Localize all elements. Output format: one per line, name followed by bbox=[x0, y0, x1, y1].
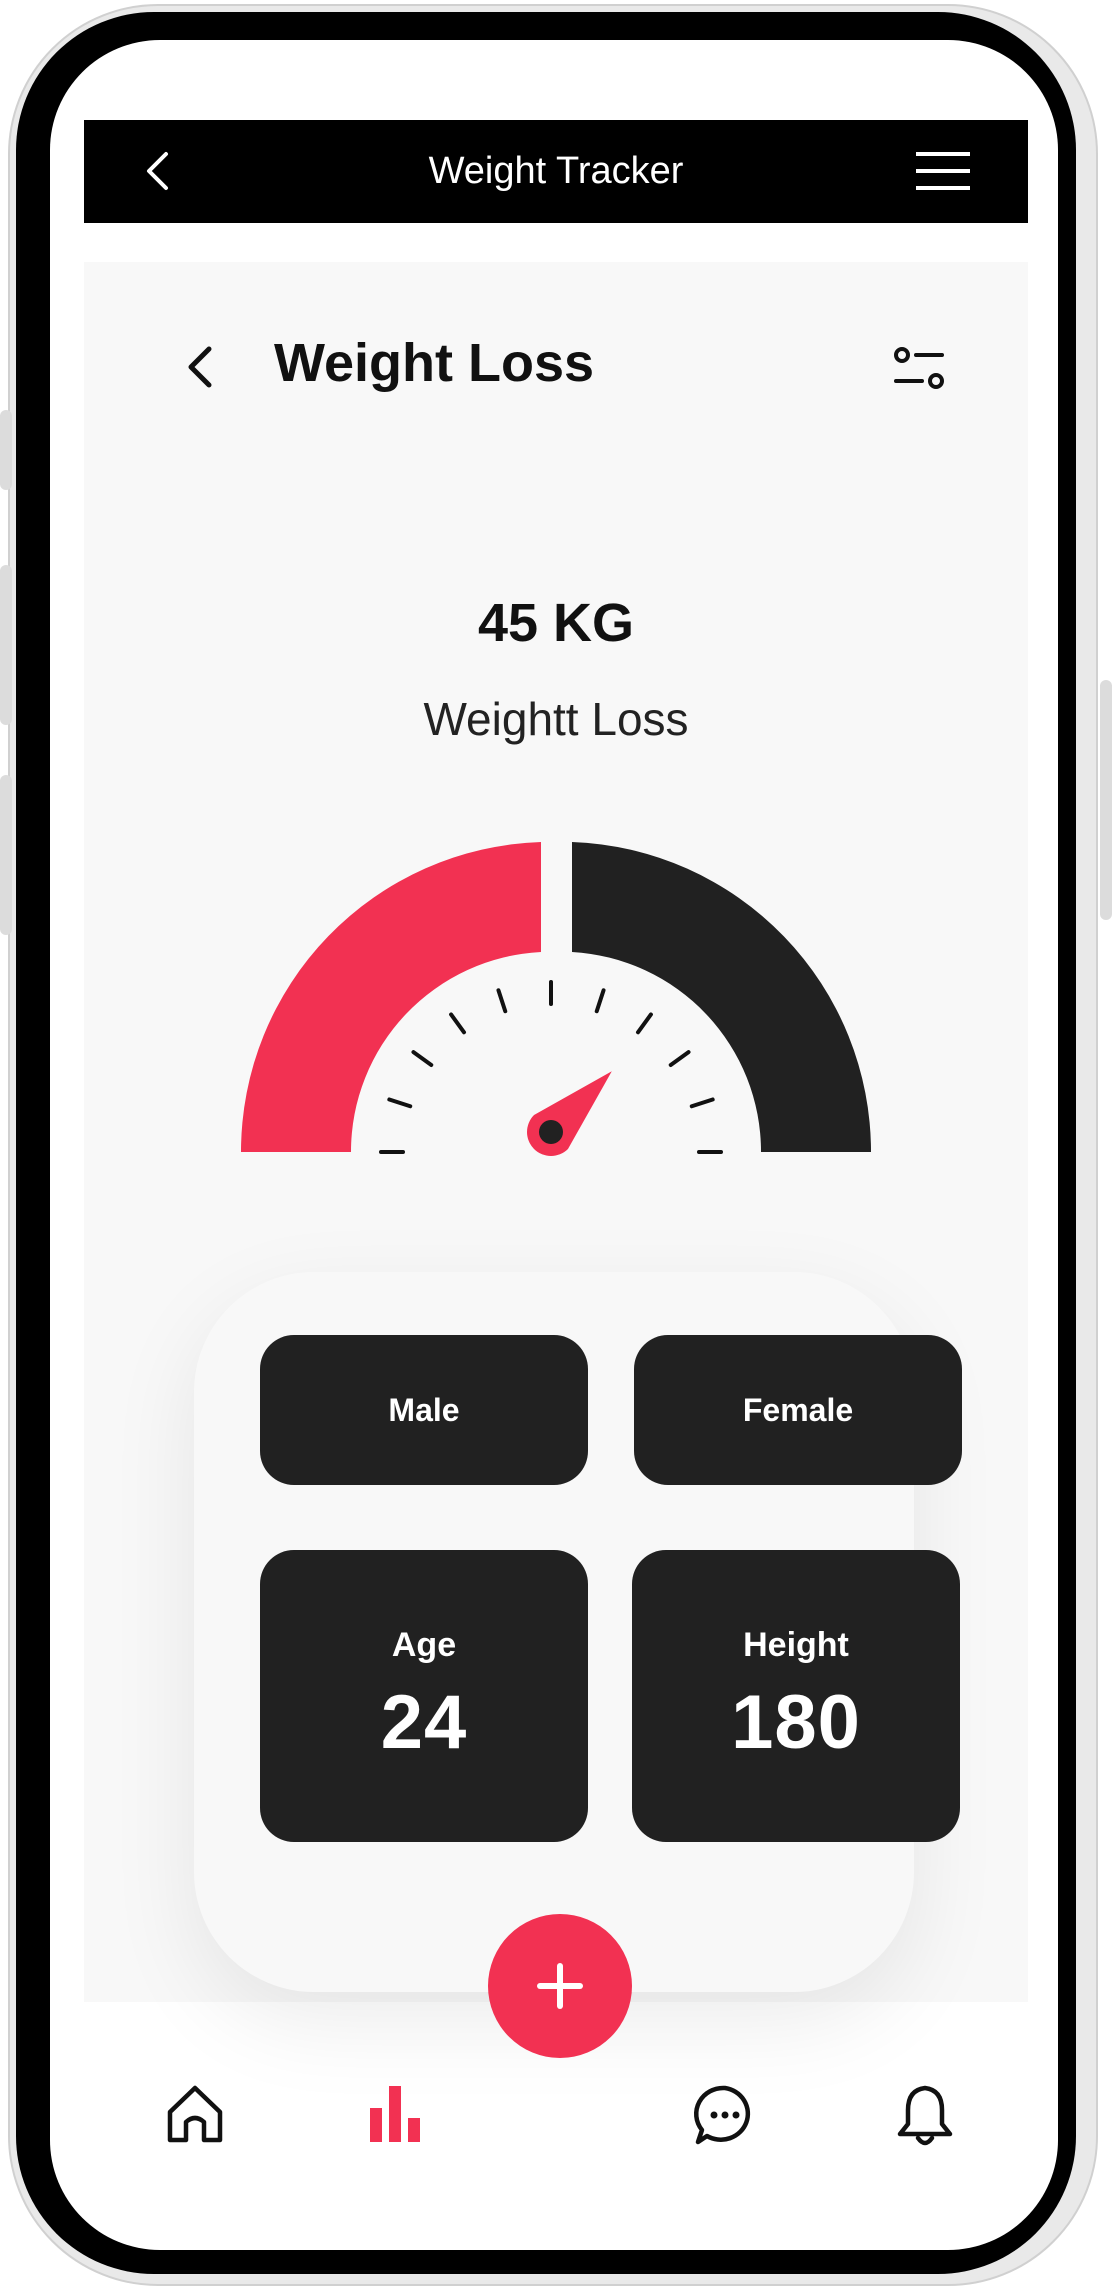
gauge-tick bbox=[449, 1012, 467, 1035]
age-card[interactable]: Age 24 bbox=[260, 1550, 588, 1842]
gauge-tick bbox=[387, 1097, 413, 1109]
app-title: Weight Tracker bbox=[428, 150, 684, 192]
female-label: Female bbox=[742, 1391, 854, 1428]
plus-icon bbox=[537, 1963, 583, 2009]
sliders-icon[interactable] bbox=[892, 342, 946, 394]
app-bar: Weight Tracker bbox=[84, 120, 1028, 223]
hamburger-menu-icon[interactable] bbox=[916, 152, 970, 192]
gauge-tick bbox=[668, 1050, 691, 1068]
height-value: 180 bbox=[731, 1680, 861, 1765]
add-entry-button[interactable] bbox=[488, 1914, 632, 2058]
age-label: Age bbox=[391, 1626, 457, 1664]
chevron-left-icon bbox=[188, 346, 212, 388]
side-button bbox=[1100, 680, 1112, 920]
page-title: Weight Loss bbox=[274, 333, 595, 393]
screen: Weight Tracker Weight Loss 45 KG Weightt… bbox=[50, 40, 1058, 2250]
male-button[interactable]: Male bbox=[260, 1335, 588, 1485]
weight-label: Weightt Loss bbox=[423, 693, 689, 745]
gauge-tick bbox=[689, 1097, 715, 1109]
nav-home[interactable] bbox=[160, 2078, 230, 2148]
side-button bbox=[0, 775, 12, 935]
nav-stats[interactable] bbox=[360, 2078, 430, 2148]
content-panel: Weight Loss 45 KG Weightt Loss Male Fema… bbox=[84, 262, 1028, 2002]
height-label: Height bbox=[743, 1626, 849, 1664]
home-icon bbox=[167, 2085, 223, 2143]
gauge-remaining-arc bbox=[572, 842, 872, 1152]
bell-icon bbox=[897, 2085, 953, 2146]
side-button bbox=[0, 565, 12, 725]
gauge-tick bbox=[411, 1050, 434, 1068]
gauge-tick bbox=[496, 988, 508, 1014]
gauge-tick bbox=[635, 1012, 653, 1035]
chat-icon bbox=[694, 2085, 751, 2145]
nav-chat[interactable] bbox=[690, 2080, 760, 2150]
gauge-tick bbox=[594, 988, 606, 1014]
bar-chart-icon bbox=[370, 2086, 420, 2142]
nav-notifications[interactable] bbox=[890, 2080, 960, 2150]
female-button[interactable]: Female bbox=[634, 1335, 962, 1485]
age-value: 24 bbox=[380, 1680, 468, 1765]
gauge-filled-arc bbox=[240, 842, 542, 1152]
height-card[interactable]: Height 180 bbox=[632, 1550, 960, 1842]
side-button bbox=[0, 410, 12, 490]
page-back-button[interactable] bbox=[179, 342, 219, 392]
male-label: Male bbox=[388, 1391, 460, 1428]
weight-gauge bbox=[240, 842, 872, 1156]
gauge-needle bbox=[527, 1071, 612, 1156]
weight-value: 45 KG bbox=[477, 593, 635, 653]
